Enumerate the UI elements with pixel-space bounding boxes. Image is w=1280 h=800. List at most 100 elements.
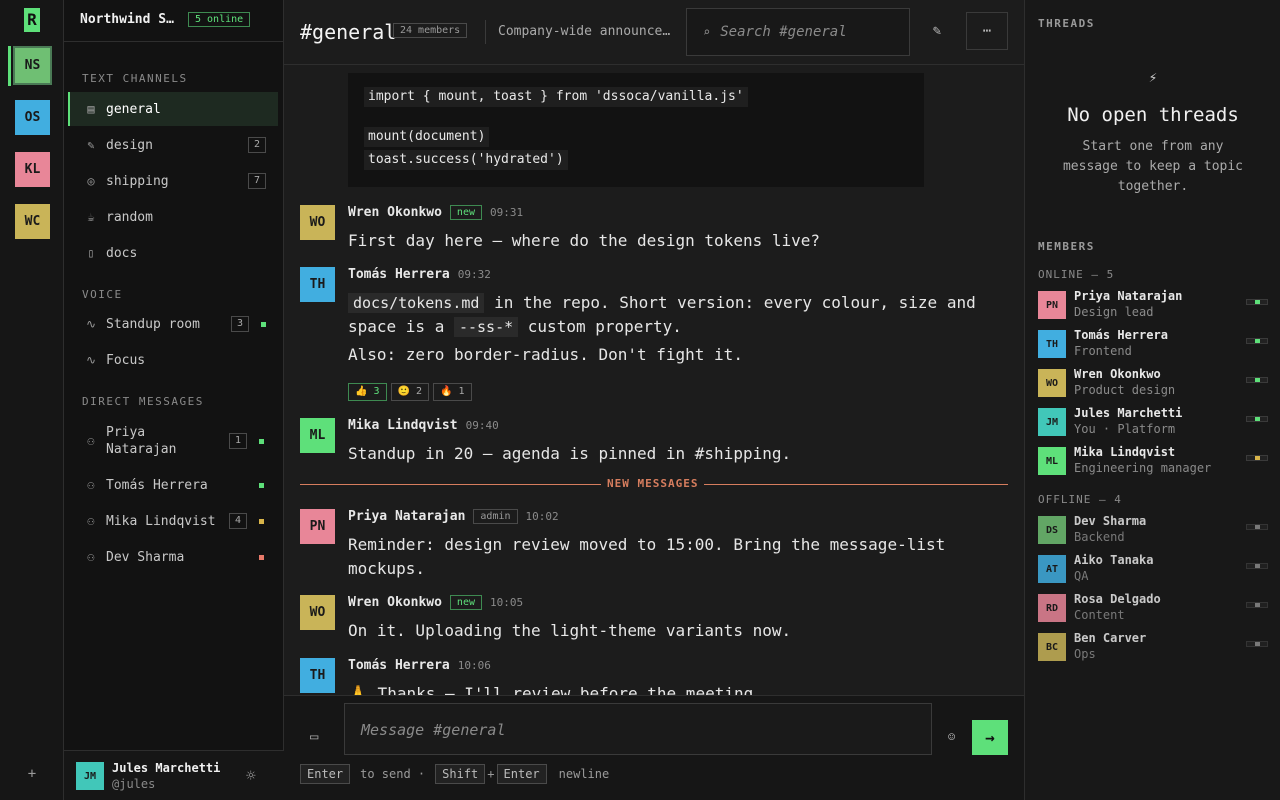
dm-tomas[interactable]: ⚇ Tomás Herrera [68,468,278,502]
avatar[interactable]: BC [1038,633,1066,661]
workspace-header[interactable]: Northwind Studio 5 online [64,0,284,42]
emoji-icon[interactable]: ☺ [948,730,955,744]
avatar[interactable]: AT [1038,555,1066,583]
avatar[interactable]: PN [300,509,335,544]
message-list[interactable]: import { mount, toast } from 'dssoca/van… [284,65,1024,695]
voice-standup-room[interactable]: ∿ Standup room 3 [68,307,278,341]
avatar[interactable]: WO [300,595,335,630]
avatar[interactable]: RD [1038,594,1066,622]
kbd-enter: Enter [300,764,351,784]
more-button[interactable]: ⋯ [966,12,1008,50]
message-meta: Mika Lindqvist 09:40 [348,418,499,433]
add-server-button[interactable]: + [22,766,42,782]
server-kl[interactable]: KL [15,152,50,187]
reaction-chip[interactable]: 🙂 2 [390,383,429,401]
channel-general[interactable]: ▤ general [68,92,278,126]
author-name[interactable]: Tomás Herrera [348,658,450,673]
channel-random[interactable]: ☕ random [68,200,278,234]
threads-heading: THREADS [1038,17,1095,30]
keyboard-hint: Enter to send · Shift + Enter newline [300,764,609,784]
avatar[interactable]: TH [300,267,335,302]
channel-sidebar: Northwind Studio 5 online TEXT CHANNELS … [64,0,284,800]
server-os[interactable]: OS [15,100,50,135]
timestamp: 10:05 [489,596,524,609]
channel-docs[interactable]: ▯ docs [68,236,278,270]
member-row[interactable]: JM Jules Marchetti You · Platform [1038,406,1270,438]
timestamp: 09:40 [465,419,499,432]
member-row[interactable]: TH Tomás Herrera Frontend [1038,328,1270,360]
app-logo[interactable]: R [24,8,40,32]
send-button[interactable]: → [972,720,1008,755]
attach-folder-icon[interactable]: ▭ [310,729,318,745]
avatar[interactable]: JM [1038,408,1066,436]
member-name: Dev Sharma [1074,514,1147,528]
member-name: Jules Marchetti [1074,406,1183,420]
member-row[interactable]: RD Rosa Delgado Content [1038,592,1270,624]
avatar[interactable]: PN [1038,291,1066,319]
workspace-name: Northwind Studio [80,12,180,27]
server-ns[interactable]: NS [13,46,52,85]
member-count-badge[interactable]: 24 members [393,23,468,38]
settings-gear-icon[interactable]: ☼ [246,766,256,785]
author-name[interactable]: Wren Okonkwo [348,205,442,220]
search-icon: ⌕ [703,25,711,39]
avatar[interactable]: TH [1038,330,1066,358]
member-role: QA [1074,569,1089,583]
author-name[interactable]: Wren Okonkwo [348,595,442,610]
dm-heading: DIRECT MESSAGES [82,395,204,408]
member-row[interactable]: DS Dev Sharma Backend [1038,514,1270,546]
avatar[interactable]: TH [300,658,335,693]
user-icon: ⚇ [87,550,95,564]
author-name[interactable]: Tomás Herrera [348,267,450,282]
author-name[interactable]: Priya Natarajan [348,509,465,524]
avatar[interactable]: WO [1038,369,1066,397]
member-row[interactable]: AT Aiko Tanaka QA [1038,553,1270,585]
empty-threads-title: No open threads [1067,104,1239,126]
reaction-chip[interactable]: 👍 3 [348,383,387,401]
dm-mika[interactable]: ⚇ Mika Lindqvist 4 [68,504,278,538]
dm-dev[interactable]: ⚇ Dev Sharma [68,540,278,574]
user-icon: ⚇ [87,434,95,448]
avatar[interactable]: JM [76,762,104,790]
unread-count: 2 [247,137,266,153]
dm-priya[interactable]: ⚇ Priya Natarajan 1 [68,421,278,461]
server-wc[interactable]: WC [15,204,50,239]
hint-plus: + [487,767,495,781]
channel-label: design [106,137,153,153]
member-name: Ben Carver [1074,631,1147,645]
timestamp: 10:02 [525,510,559,523]
channel-topic: Company-wide announcements [498,24,678,39]
member-row[interactable]: PN Priya Natarajan Design lead [1038,289,1270,321]
current-user-panel: JM Jules Marchetti @jules ☼ [64,750,284,800]
member-row[interactable]: BC Ben Carver Ops [1038,631,1270,663]
message-meta: Priya Natarajan admin 10:02 [348,509,559,524]
avatar[interactable]: WO [300,205,335,240]
member-name: Wren Okonkwo [1074,367,1161,381]
message-text: Standup in 20 — agenda is pinned in #shi… [348,444,792,463]
member-row[interactable]: ML Mika Lindqvist Engineering manager [1038,445,1270,477]
message-text: Reminder: design review moved to 15:00. … [348,535,946,578]
member-role: You · Platform [1074,422,1176,436]
voice-focus[interactable]: ∿ Focus [68,343,278,377]
voice-label: Focus [106,352,146,368]
avatar[interactable]: ML [300,418,335,453]
chat-app: R NS OS KL WC + Northwind Studio 5 onlin… [0,0,1280,800]
pulse-icon: ∿ [85,353,97,367]
search-input[interactable]: ⌕ Search #general [686,8,910,56]
online-badge: 5 online [188,12,251,27]
status-indicator [1246,299,1268,305]
status-indicator [1246,602,1268,608]
status-dot [259,518,264,524]
status-indicator [1246,377,1268,383]
author-name[interactable]: Mika Lindqvist [348,418,458,433]
status-indicator [1246,524,1268,530]
message-input[interactable]: Message #general [344,703,932,755]
channel-design[interactable]: ✎ design 2 [68,128,278,162]
code-line: toast.success('hydrated') [364,150,568,170]
channel-shipping[interactable]: ◎ shipping 7 [68,164,278,198]
member-row[interactable]: WO Wren Okonkwo Product design [1038,367,1270,399]
reaction-chip[interactable]: 🔥 1 [433,383,472,401]
pin-button[interactable]: ✎ [916,12,958,50]
avatar[interactable]: DS [1038,516,1066,544]
avatar[interactable]: ML [1038,447,1066,475]
